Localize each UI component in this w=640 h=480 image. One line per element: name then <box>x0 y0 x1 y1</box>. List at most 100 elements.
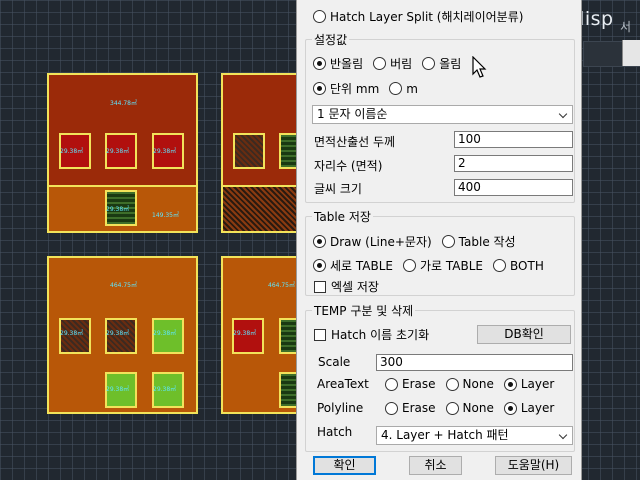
option-label: Erase <box>402 377 436 391</box>
radio-button[interactable] <box>385 401 398 415</box>
right-side-button[interactable] <box>622 40 640 66</box>
radio-button[interactable] <box>313 235 326 248</box>
room-area-label: 29.38㎡ <box>60 148 84 155</box>
radio-button[interactable] <box>445 401 459 415</box>
room-area-label: 29.38㎡ <box>233 330 257 337</box>
scale-input[interactable]: 300 <box>376 354 573 371</box>
option-label: 올림 <box>439 57 462 71</box>
radio-button[interactable] <box>389 82 403 95</box>
excel-save-option[interactable]: 엑셀 저장 <box>314 278 379 295</box>
hatch-split-label: Hatch Layer Split (해치레이어분류) <box>330 10 524 24</box>
radio-button[interactable] <box>503 377 517 391</box>
table-group-title: Table 저장 <box>312 208 373 225</box>
option-label: None <box>462 377 494 391</box>
radio-button[interactable] <box>313 57 326 70</box>
radio-button[interactable] <box>373 57 387 70</box>
unit-options: 단위 mm m <box>313 80 428 97</box>
sort-select-value: 1 문자 이름순 <box>317 107 388 121</box>
draw-mode-line-text[interactable]: Draw (Line+문자) <box>313 233 432 250</box>
hatch-select[interactable]: 4. Layer + Hatch 패턴 <box>376 426 573 445</box>
building-top-right[interactable] <box>221 73 301 188</box>
radio-button[interactable] <box>313 82 326 95</box>
chevron-down-icon <box>558 109 568 119</box>
rounding-option-floor[interactable]: 버림 <box>373 55 412 72</box>
radio-button[interactable] <box>313 259 326 272</box>
table-direction-both[interactable]: BOTH <box>493 259 544 273</box>
room-area-label: 29.38㎡ <box>60 330 84 337</box>
hatch-reset-checkbox[interactable] <box>314 328 326 341</box>
area-label: 344.78㎡ <box>110 100 137 107</box>
hatch-split-radio[interactable] <box>313 10 326 23</box>
option-label: 세로 TABLE <box>330 259 394 273</box>
room-area-label: 29.38㎡ <box>106 330 130 337</box>
rounding-option-round[interactable]: 반올림 <box>313 55 363 72</box>
radio-button[interactable] <box>493 259 507 272</box>
rounding-option-ceil[interactable]: 올림 <box>422 55 461 72</box>
unit-option-mm[interactable]: 단위 mm <box>313 80 379 97</box>
hatch-reset-option[interactable]: Hatch 이름 초기화 <box>314 326 429 343</box>
radio-button[interactable] <box>385 377 398 391</box>
sort-select[interactable]: 1 문자 이름순 <box>312 105 573 124</box>
option-label: m <box>406 81 418 96</box>
option-label: 버림 <box>390 57 413 71</box>
polyline-none[interactable]: None <box>445 401 494 415</box>
rounding-options: 반올림 버림 올림 <box>313 55 471 72</box>
unit-option-m[interactable]: m <box>389 82 418 96</box>
hatch-select-value: 4. Layer + Hatch 패턴 <box>381 428 509 442</box>
hatch-label: Hatch <box>317 425 353 439</box>
option-label: Layer <box>520 401 555 415</box>
ok-button[interactable]: 확인 <box>313 456 376 475</box>
areatext-erase[interactable]: Erase <box>385 377 436 391</box>
areatext-label: AreaText <box>317 377 369 391</box>
font-size-label: 글씨 크기 <box>314 182 362 196</box>
db-check-button[interactable]: DB확인 <box>477 325 571 344</box>
scale-label: Scale <box>318 355 351 369</box>
areatext-layer[interactable]: Layer <box>503 377 554 391</box>
room-area-label: 29.38㎡ <box>153 330 177 337</box>
radio-button[interactable] <box>441 235 455 248</box>
radio-button[interactable] <box>403 259 417 272</box>
table-direction-horizontal[interactable]: 가로 TABLE <box>403 257 483 274</box>
annex-area-label: 149.35㎡ <box>152 212 179 219</box>
room-area-label: 29.38㎡ <box>153 148 177 155</box>
building-top-left[interactable] <box>47 73 198 188</box>
room-area-label: 29.38㎡ <box>106 148 130 155</box>
decimal-places-input[interactable]: 2 <box>454 155 573 172</box>
excel-save-label: 엑셀 저장 <box>331 280 379 294</box>
areatext-options: Erase None Layer <box>385 377 564 391</box>
help-button[interactable]: 도움말(H) <box>495 456 572 475</box>
line-thickness-label: 면적산출선 두께 <box>314 135 396 149</box>
room[interactable] <box>233 133 265 169</box>
area-label: 464.75㎡ <box>268 282 295 289</box>
polyline-layer[interactable]: Layer <box>503 401 555 415</box>
settings-group-title: 설정값 <box>312 31 350 48</box>
excel-save-checkbox[interactable] <box>314 280 326 293</box>
hatch-reset-label: Hatch 이름 초기화 <box>331 328 430 342</box>
room-area-label: 29.38㎡ <box>106 206 130 213</box>
temp-group-title: TEMP 구분 및 삭제 <box>312 302 416 319</box>
line-thickness-input[interactable]: 100 <box>454 131 573 148</box>
building-top-right-annex[interactable] <box>221 185 301 233</box>
radio-button[interactable] <box>503 401 517 415</box>
draw-mode-table[interactable]: Table 작성 <box>441 233 516 250</box>
option-label: 가로 TABLE <box>420 259 484 273</box>
decimal-places-label: 자리수 (면적) <box>314 159 383 173</box>
polyline-erase[interactable]: Erase <box>385 401 436 415</box>
area-calc-dialog: Hatch Layer Split (해치레이어분류) 설정값 반올림 버림 올… <box>296 0 582 480</box>
radio-button[interactable] <box>445 377 459 391</box>
area-label: 464.75㎡ <box>110 282 137 289</box>
room-area-label: 29.38㎡ <box>106 386 130 393</box>
table-direction-vertical[interactable]: 세로 TABLE <box>313 257 393 274</box>
areatext-none[interactable]: None <box>445 377 494 391</box>
polyline-options: Erase None Layer <box>385 401 564 415</box>
watermark-side-text: 서 <box>620 20 632 34</box>
font-size-input[interactable]: 400 <box>454 179 573 196</box>
option-label: None <box>462 401 494 415</box>
option-label: 단위 mm <box>330 82 380 96</box>
table-direction-options: 세로 TABLE 가로 TABLE BOTH <box>313 257 554 274</box>
hatch-split-option[interactable]: Hatch Layer Split (해치레이어분류) <box>313 8 523 25</box>
cancel-button[interactable]: 취소 <box>409 456 462 475</box>
radio-button[interactable] <box>422 57 436 70</box>
option-label: Erase <box>402 401 436 415</box>
draw-mode-options: Draw (Line+문자) Table 작성 <box>313 233 526 250</box>
